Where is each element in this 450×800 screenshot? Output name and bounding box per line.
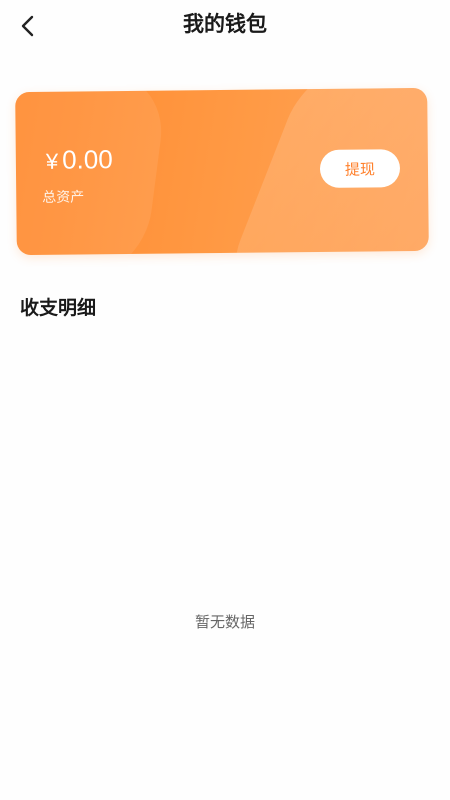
section-title-transactions: 收支明细 (20, 297, 97, 319)
page-title: 我的钱包 (183, 12, 267, 36)
withdraw-button[interactable]: 提现 (319, 149, 401, 188)
wallet-card: ¥0.00 总资产 提现 (15, 87, 429, 256)
empty-state-text: 暂无数据 (194, 613, 255, 631)
balance-amount: ¥0.00 (46, 143, 113, 178)
wallet-page: 我的钱包 ¥0.00 总资产 提现 收支明细 暂无数据 (0, 0, 450, 800)
header-bar: 我的钱包 (0, 0, 450, 52)
balance-label: 总资产 (42, 189, 85, 206)
balance-value: 0.00 (61, 144, 113, 175)
currency-symbol: ¥ (45, 148, 59, 174)
